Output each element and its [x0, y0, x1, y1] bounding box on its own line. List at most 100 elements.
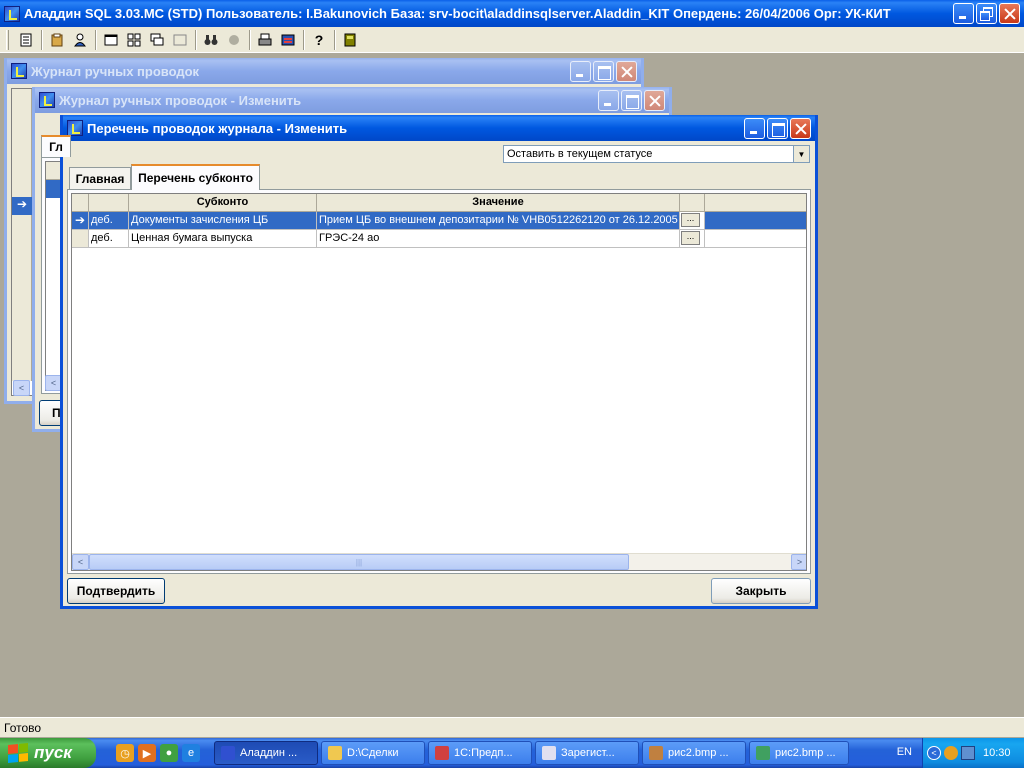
cascade-icon[interactable] — [146, 29, 168, 51]
clock[interactable]: 10:30 — [983, 747, 1011, 759]
start-label: пуск — [34, 743, 72, 762]
header-button-column — [680, 194, 705, 212]
task-label: Зарегист... — [561, 747, 615, 759]
report-icon[interactable] — [277, 29, 299, 51]
header-value[interactable]: Значение — [317, 194, 680, 212]
task-paint-2[interactable]: рис2.bmp ... — [749, 741, 849, 765]
tab-panel: Субконто Значение ➔ деб. Документы зачис… — [67, 189, 811, 574]
cell-button: ... — [680, 230, 705, 248]
tray-clock-icon[interactable] — [944, 746, 958, 760]
app-icon — [4, 5, 20, 22]
scroll-thumb[interactable]: ||| — [89, 554, 629, 570]
task-aladdin[interactable]: Аладдин ... — [214, 741, 318, 765]
close-button[interactable] — [644, 89, 665, 111]
dialog-titlebar[interactable]: Перечень проводок журнала - Изменить — [63, 115, 815, 141]
scroll-left-button[interactable]: < — [72, 554, 89, 570]
current-row-arrow-icon: ➔ — [12, 197, 32, 215]
main-toolbar: ? — [0, 27, 1024, 53]
table-row[interactable]: ➔ деб. Документы зачисления ЦБ Прием ЦБ … — [72, 212, 806, 230]
minimize-button[interactable] — [570, 60, 591, 82]
app-icon — [221, 746, 235, 760]
ellipsis-button[interactable]: ... — [681, 231, 700, 245]
toolbar-grip[interactable] — [6, 29, 9, 50]
close-button[interactable] — [999, 3, 1020, 24]
task-folder[interactable]: D:\Сделки — [321, 741, 425, 765]
print-icon[interactable] — [254, 29, 276, 51]
document-icon — [542, 746, 556, 760]
taskbar: пуск ◷ ▶ ● e Аладдин ... D:\Сделки 1С:Пр… — [0, 738, 1024, 768]
status-dropdown[interactable]: Оставить в текущем статусе ▼ — [503, 145, 810, 163]
maximize-button[interactable] — [621, 89, 642, 111]
help-icon[interactable]: ? — [308, 29, 330, 51]
tab-main[interactable]: Гл — [41, 135, 71, 157]
row-indicator-cell — [72, 230, 89, 248]
quick-launch: ◷ ▶ ● e — [116, 744, 204, 762]
minimize-button[interactable] — [744, 117, 765, 139]
task-register[interactable]: Зарегист... — [535, 741, 639, 765]
scroll-right-button[interactable]: > — [791, 554, 806, 570]
doc-icon[interactable] — [15, 29, 37, 51]
task-label: 1С:Предп... — [454, 747, 513, 759]
journal-title: Журнал ручных проводок — [31, 63, 200, 79]
grid-header: Субконто Значение — [72, 194, 806, 212]
restore-button[interactable] — [976, 3, 997, 24]
network-icon[interactable] — [961, 746, 975, 760]
tab-main[interactable]: Главная — [69, 167, 131, 189]
entries-dialog: Перечень проводок журнала - Изменить Ост… — [60, 115, 818, 609]
chevron-down-icon[interactable]: ▼ — [793, 146, 809, 162]
tab-subconto-list[interactable]: Перечень субконто — [131, 164, 260, 190]
journal-grid: ➔ < — [11, 88, 33, 396]
confirm-button-label: Подтвердить — [76, 584, 156, 598]
minimize-button[interactable] — [598, 89, 619, 111]
scroll-left-button[interactable]: < — [13, 380, 30, 396]
ellipsis-button[interactable]: ... — [681, 213, 700, 227]
header-side[interactable] — [89, 194, 129, 212]
language-indicator[interactable]: EN — [897, 746, 912, 758]
close-dialog-button[interactable]: Закрыть — [711, 578, 811, 604]
cell-subconto[interactable]: Документы зачисления ЦБ — [129, 212, 317, 230]
stop-icon[interactable] — [223, 29, 245, 51]
cell-value[interactable]: ГРЭС-24 ао — [317, 230, 680, 248]
maximize-button[interactable] — [593, 60, 614, 82]
task-label: Аладдин ... — [240, 747, 298, 759]
blank-window-icon[interactable] — [169, 29, 191, 51]
close-button[interactable] — [616, 60, 637, 82]
maximize-button[interactable] — [767, 117, 788, 139]
main-titlebar[interactable]: Аладдин SQL 3.03.MC (STD) Пользователь: … — [0, 0, 1024, 27]
start-button[interactable]: пуск — [0, 738, 96, 768]
task-paint-1[interactable]: рис2.bmp ... — [642, 741, 746, 765]
cell-side[interactable]: деб. — [89, 212, 129, 230]
journal-titlebar[interactable]: Журнал ручных проводок — [7, 58, 641, 84]
table-row[interactable]: деб. Ценная бумага выпуска ГРЭС-24 ао ..… — [72, 230, 806, 248]
toolbar-separator — [95, 29, 97, 50]
minimize-button[interactable] — [953, 3, 974, 24]
close-button[interactable] — [790, 117, 811, 139]
status-text: Готово — [4, 721, 42, 735]
tile-icon[interactable] — [123, 29, 145, 51]
app-icon — [39, 92, 55, 108]
binoculars-icon[interactable] — [200, 29, 222, 51]
toolbar-separator — [303, 29, 305, 50]
row-indicator-column — [12, 89, 32, 381]
media-player-icon[interactable]: ▶ — [138, 744, 156, 762]
task-1c[interactable]: 1С:Предп... — [428, 741, 532, 765]
tab-subconto-list-label: Перечень субконто — [138, 171, 253, 185]
tab-main-label: Гл — [49, 140, 63, 154]
user-icon[interactable] — [69, 29, 91, 51]
header-subconto[interactable]: Субконто — [129, 194, 317, 212]
calc-icon[interactable] — [339, 29, 361, 51]
journal-edit-titlebar[interactable]: Журнал ручных проводок - Изменить — [35, 87, 669, 113]
cell-subconto[interactable]: Ценная бумага выпуска — [129, 230, 317, 248]
horizontal-scrollbar[interactable]: < ||| > — [72, 553, 806, 570]
cell-value[interactable]: Прием ЦБ во внешнем депозитарии № VHB051… — [317, 212, 680, 230]
app-icon — [67, 120, 83, 136]
window-icon[interactable] — [100, 29, 122, 51]
clock-icon[interactable]: ◷ — [116, 744, 134, 762]
browser-icon[interactable]: e — [182, 744, 200, 762]
cell-side[interactable]: деб. — [89, 230, 129, 248]
messenger-icon[interactable]: ● — [160, 744, 178, 762]
cell-button: ... — [680, 212, 705, 230]
tray-expand-icon[interactable]: < — [927, 746, 941, 760]
confirm-button[interactable]: Подтвердить — [67, 578, 165, 604]
db-icon[interactable] — [46, 29, 68, 51]
